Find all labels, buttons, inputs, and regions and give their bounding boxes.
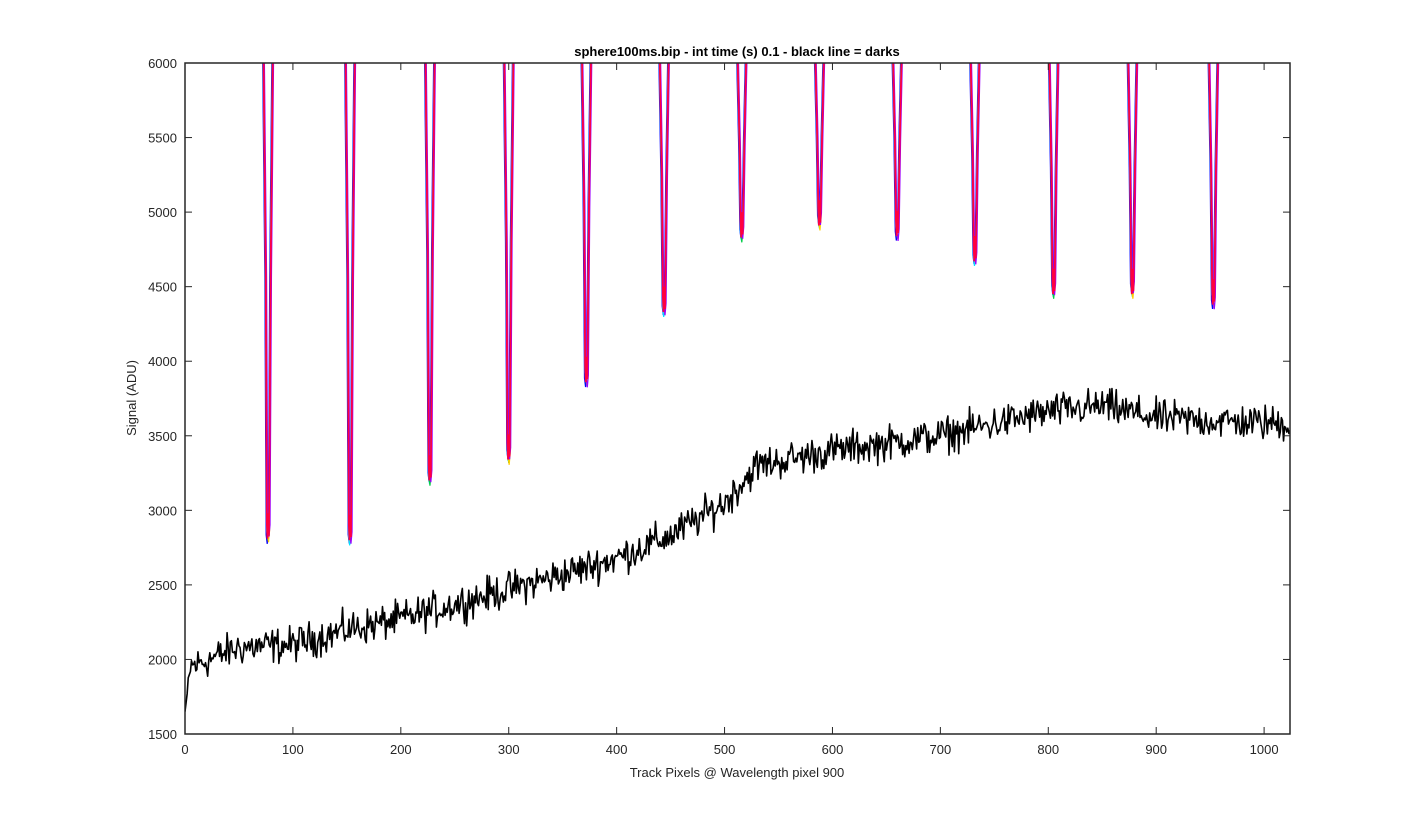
y-axis-label: Signal (ADU): [124, 360, 139, 436]
chart-title: sphere100ms.bip - int time (s) 0.1 - bla…: [574, 44, 899, 59]
figure: sphere100ms.bip - int time (s) 0.1 - bla…: [0, 0, 1425, 825]
y-tick-label: 2000: [148, 652, 177, 667]
y-tick-label: 4500: [148, 280, 177, 295]
x-tick-label: 300: [498, 742, 520, 757]
x-tick-label: 900: [1145, 742, 1167, 757]
x-tick-label: 800: [1037, 742, 1059, 757]
y-tick-label: 5500: [148, 131, 177, 146]
x-tick-label: 500: [714, 742, 736, 757]
x-tick-label: 1000: [1250, 742, 1279, 757]
x-tick-label: 0: [181, 742, 188, 757]
x-tick-label: 100: [282, 742, 304, 757]
x-tick-label: 600: [822, 742, 844, 757]
y-tick-label: 3000: [148, 503, 177, 518]
y-tick-label: 2500: [148, 578, 177, 593]
y-tick-label: 4000: [148, 354, 177, 369]
x-tick-label: 400: [606, 742, 628, 757]
y-tick-label: 1500: [148, 727, 177, 742]
x-axis-label: Track Pixels @ Wavelength pixel 900: [630, 765, 845, 780]
y-tick-label: 6000: [148, 56, 177, 71]
y-tick-label: 3500: [148, 429, 177, 444]
x-tick-label: 200: [390, 742, 412, 757]
y-tick-label: 5000: [148, 205, 177, 220]
x-tick-label: 700: [930, 742, 952, 757]
